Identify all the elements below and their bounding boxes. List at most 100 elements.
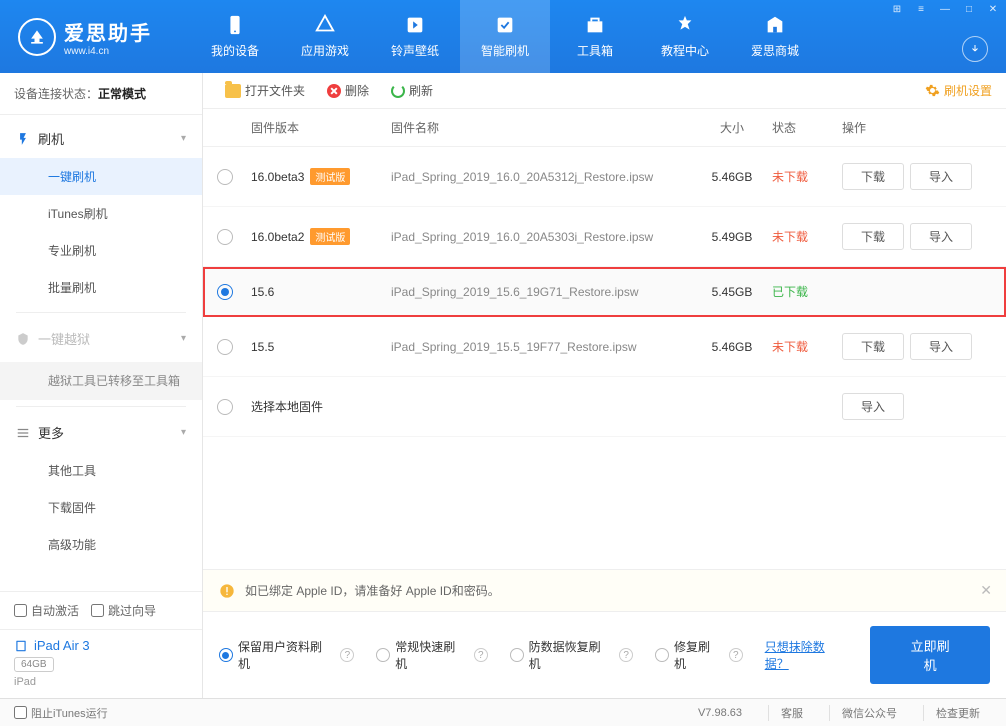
download-indicator-icon[interactable] bbox=[962, 36, 988, 62]
flash-now-button[interactable]: 立即刷机 bbox=[870, 626, 990, 684]
row-radio[interactable] bbox=[217, 229, 233, 245]
row-version: 15.6 bbox=[251, 285, 391, 299]
flash-option-2[interactable]: 防数据恢复刷机? bbox=[510, 638, 633, 672]
col-name: 固件名称 bbox=[391, 119, 692, 136]
row-filename: iPad_Spring_2019_15.5_19F77_Restore.ipsw bbox=[391, 340, 692, 354]
beta-badge: 测试版 bbox=[310, 228, 350, 245]
table-row[interactable]: 16.0beta2测试版iPad_Spring_2019_16.0_20A530… bbox=[203, 207, 1006, 267]
win-min-icon[interactable]: ― bbox=[938, 4, 952, 15]
conn-mode: 正常模式 bbox=[98, 87, 146, 101]
win-close-icon[interactable]: ✕ bbox=[986, 4, 1000, 15]
row-radio[interactable] bbox=[217, 399, 233, 415]
toolbar: 打开文件夹 删除 刷新 刷机设置 bbox=[203, 73, 1006, 109]
sidebar-jailbreak-label: 一键越狱 bbox=[38, 329, 90, 348]
table-row[interactable]: 15.6iPad_Spring_2019_15.6_19G71_Restore.… bbox=[203, 267, 1006, 317]
device-info[interactable]: iPad Air 3 64GB iPad bbox=[0, 629, 202, 698]
delete-button[interactable]: 删除 bbox=[319, 82, 377, 99]
gear-icon bbox=[925, 83, 940, 98]
row-size: 5.45GB bbox=[692, 285, 772, 299]
sidebar-flash-group[interactable]: 刷机 ▾ bbox=[0, 119, 202, 158]
settings-button[interactable]: 刷机设置 bbox=[925, 82, 992, 99]
radio-icon bbox=[219, 648, 233, 662]
banner-close-icon[interactable]: ✕ bbox=[980, 582, 992, 599]
chevron-down-icon: ▾ bbox=[181, 427, 186, 438]
nav-item-2[interactable]: 铃声壁纸 bbox=[370, 0, 460, 73]
nav-item-6[interactable]: 爱思商城 bbox=[730, 0, 820, 73]
nav-item-0[interactable]: 我的设备 bbox=[190, 0, 280, 73]
row-version: 16.0beta3测试版 bbox=[251, 168, 391, 185]
block-itunes-check[interactable]: 阻止iTunes运行 bbox=[14, 705, 108, 721]
tablet-icon bbox=[14, 639, 28, 653]
col-size: 大小 bbox=[692, 119, 772, 136]
chevron-down-icon: ▾ bbox=[181, 333, 186, 344]
flash-option-0[interactable]: 保留用户资料刷机? bbox=[219, 638, 354, 672]
sidebar-checks: 自动激活 跳过向导 bbox=[0, 592, 202, 629]
flash-option-1[interactable]: 常规快速刷机? bbox=[376, 638, 487, 672]
help-icon[interactable]: ? bbox=[474, 648, 488, 662]
sidebar-item-advanced[interactable]: 高级功能 bbox=[0, 526, 202, 563]
nav-item-1[interactable]: 应用游戏 bbox=[280, 0, 370, 73]
download-button[interactable]: 下载 bbox=[842, 333, 904, 360]
sidebar-item-itunes[interactable]: iTunes刷机 bbox=[0, 195, 202, 232]
import-button[interactable]: 导入 bbox=[910, 333, 972, 360]
import-button[interactable]: 导入 bbox=[910, 163, 972, 190]
check-update-link[interactable]: 检查更新 bbox=[923, 705, 992, 721]
row-radio[interactable] bbox=[217, 169, 233, 185]
import-button[interactable]: 导入 bbox=[842, 393, 904, 420]
open-folder-button[interactable]: 打开文件夹 bbox=[217, 82, 313, 99]
help-icon[interactable]: ? bbox=[729, 648, 743, 662]
flash-option-3[interactable]: 修复刷机? bbox=[655, 638, 743, 672]
conn-prefix: 设备连接状态： bbox=[14, 87, 98, 101]
import-button[interactable]: 导入 bbox=[910, 223, 972, 250]
check-auto-activate[interactable]: 自动激活 bbox=[14, 602, 79, 619]
nav-item-3[interactable]: 智能刷机 bbox=[460, 0, 550, 73]
radio-icon bbox=[655, 648, 669, 662]
row-size: 5.49GB bbox=[692, 230, 772, 244]
row-version: 16.0beta2测试版 bbox=[251, 228, 391, 245]
win-max-icon[interactable]: □ bbox=[962, 4, 976, 15]
col-version: 固件版本 bbox=[251, 119, 391, 136]
logo-sub: www.i4.cn bbox=[64, 46, 152, 57]
nav-item-5[interactable]: 教程中心 bbox=[640, 0, 730, 73]
logo-title: 爱思助手 bbox=[64, 17, 152, 46]
folder-icon bbox=[225, 84, 241, 98]
row-radio[interactable] bbox=[217, 284, 233, 300]
sidebar-item-pro[interactable]: 专业刷机 bbox=[0, 232, 202, 269]
col-status: 状态 bbox=[772, 119, 842, 136]
refresh-button[interactable]: 刷新 bbox=[383, 82, 441, 99]
row-radio[interactable] bbox=[217, 339, 233, 355]
refresh-icon bbox=[391, 84, 405, 98]
banner-text: 如已绑定 Apple ID，请准备好 Apple ID和密码。 bbox=[245, 582, 500, 599]
erase-data-link[interactable]: 只想抹除数据？ bbox=[765, 638, 849, 672]
download-button[interactable]: 下载 bbox=[842, 223, 904, 250]
row-version: 15.5 bbox=[251, 340, 391, 354]
help-icon[interactable]: ? bbox=[619, 648, 633, 662]
table-row-local[interactable]: 选择本地固件导入 bbox=[203, 377, 1006, 437]
check-skip-guide[interactable]: 跳过向导 bbox=[91, 602, 156, 619]
download-button[interactable]: 下载 bbox=[842, 163, 904, 190]
logo-icon bbox=[18, 18, 56, 56]
sidebar-more-group[interactable]: 更多 ▾ bbox=[0, 413, 202, 452]
radio-icon bbox=[510, 648, 524, 662]
col-ops: 操作 bbox=[842, 119, 992, 136]
help-icon[interactable]: ? bbox=[340, 648, 354, 662]
sidebar-item-onekey[interactable]: 一键刷机 bbox=[0, 158, 202, 195]
chevron-down-icon: ▾ bbox=[181, 133, 186, 144]
sidebar-item-tools[interactable]: 其他工具 bbox=[0, 452, 202, 489]
row-ops: 下载导入 bbox=[842, 163, 992, 190]
device-capacity: 64GB bbox=[14, 657, 54, 672]
wechat-link[interactable]: 微信公众号 bbox=[829, 705, 909, 721]
row-filename: iPad_Spring_2019_15.6_19G71_Restore.ipsw bbox=[391, 285, 692, 299]
service-link[interactable]: 客服 bbox=[768, 705, 815, 721]
version-label: V7.98.63 bbox=[698, 707, 754, 719]
sidebar-item-download[interactable]: 下载固件 bbox=[0, 489, 202, 526]
win-grid-icon[interactable]: ⊞ bbox=[890, 4, 904, 15]
win-list-icon[interactable]: ≡ bbox=[914, 4, 928, 15]
sidebar-item-batch[interactable]: 批量刷机 bbox=[0, 269, 202, 306]
nav-item-4[interactable]: 工具箱 bbox=[550, 0, 640, 73]
row-status: 已下载 bbox=[772, 283, 842, 300]
connection-status: 设备连接状态：正常模式 bbox=[0, 73, 202, 115]
table-row[interactable]: 15.5iPad_Spring_2019_15.5_19F77_Restore.… bbox=[203, 317, 1006, 377]
table-row[interactable]: 16.0beta3测试版iPad_Spring_2019_16.0_20A531… bbox=[203, 147, 1006, 207]
row-ops: 下载导入 bbox=[842, 333, 992, 360]
